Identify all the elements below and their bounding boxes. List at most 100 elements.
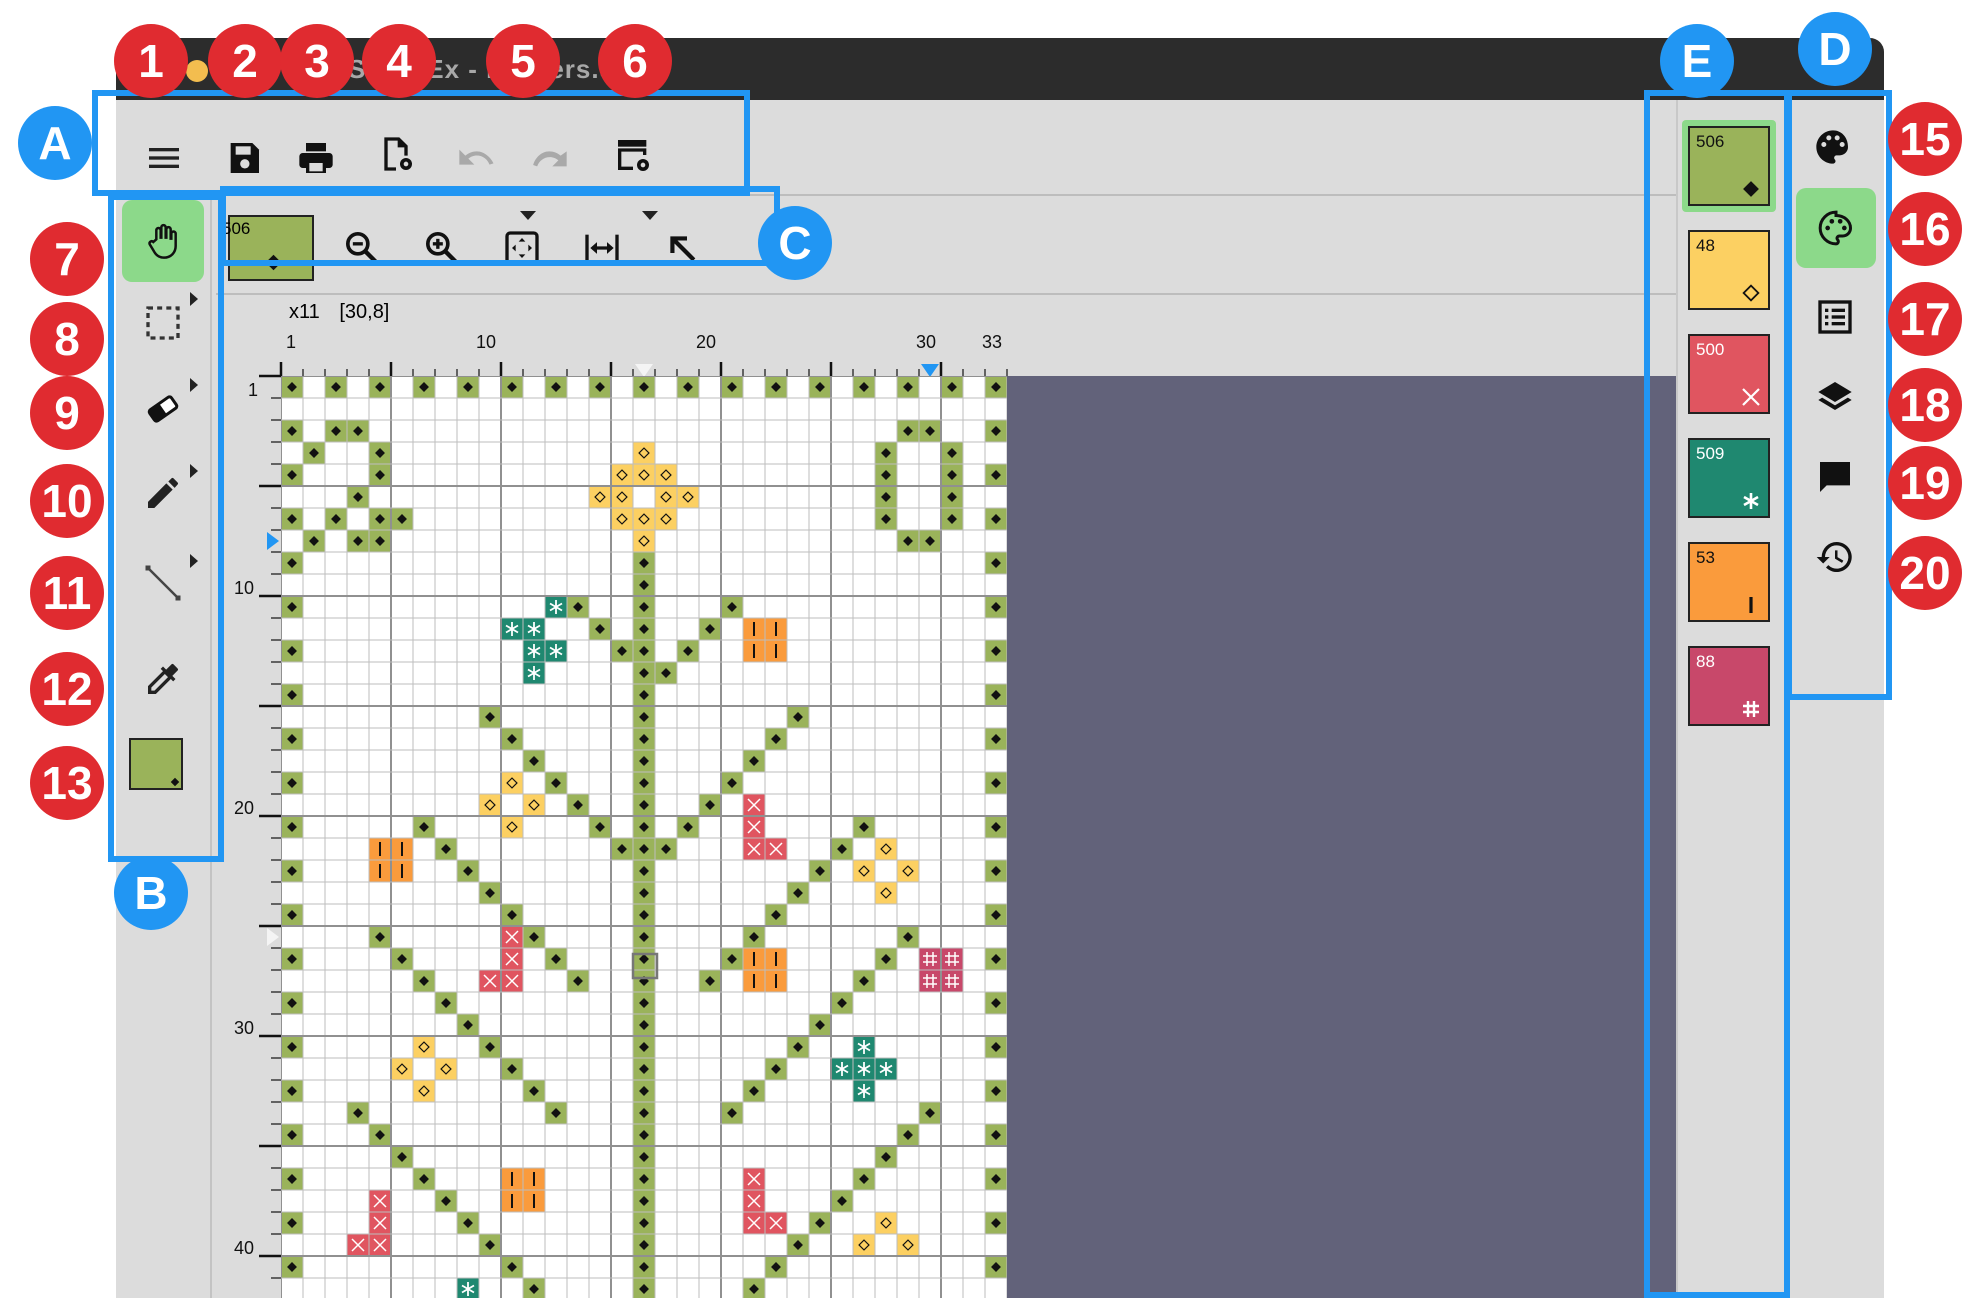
stitch-cell[interactable]	[743, 948, 765, 970]
stitch-cell[interactable]	[281, 552, 303, 574]
stitch-cell[interactable]	[985, 1168, 1007, 1190]
stitch-cell[interactable]	[809, 376, 831, 398]
stitch-cell[interactable]	[897, 860, 919, 882]
stitch-cell[interactable]	[985, 1256, 1007, 1278]
stitch-cell[interactable]	[633, 1080, 655, 1102]
stitch-cell[interactable]	[985, 860, 1007, 882]
stitch-cell[interactable]	[655, 508, 677, 530]
stitch-cell[interactable]	[633, 596, 655, 618]
stitch-cell[interactable]	[479, 794, 501, 816]
stitch-cell[interactable]	[523, 750, 545, 772]
stitch-cell[interactable]	[985, 1036, 1007, 1058]
stitch-cell[interactable]	[611, 640, 633, 662]
stitch-cell[interactable]	[325, 376, 347, 398]
stitch-cell[interactable]	[369, 1190, 391, 1212]
stitch-cell[interactable]	[545, 640, 567, 662]
stitch-cell[interactable]	[633, 838, 655, 860]
stitch-cell[interactable]	[985, 420, 1007, 442]
stitch-cell[interactable]	[501, 926, 523, 948]
stitch-cell[interactable]	[369, 1234, 391, 1256]
stitch-cell[interactable]	[985, 552, 1007, 574]
stitch-cell[interactable]	[281, 464, 303, 486]
stitch-cell[interactable]	[501, 948, 523, 970]
stitch-cell[interactable]	[875, 508, 897, 530]
stitch-cell[interactable]	[347, 486, 369, 508]
stitch-cell[interactable]	[281, 640, 303, 662]
stitch-cell[interactable]	[633, 508, 655, 530]
stitch-cell[interactable]	[281, 420, 303, 442]
pattern-grid[interactable]	[281, 376, 1007, 1298]
stitch-cell[interactable]	[589, 486, 611, 508]
stitch-cell[interactable]	[281, 860, 303, 882]
stitch-cell[interactable]	[303, 442, 325, 464]
stitch-cell[interactable]	[369, 508, 391, 530]
stitch-cell[interactable]	[743, 970, 765, 992]
stitch-cell[interactable]	[303, 530, 325, 552]
stitch-cell[interactable]	[347, 420, 369, 442]
stitch-cell[interactable]	[633, 1168, 655, 1190]
stitch-cell[interactable]	[633, 816, 655, 838]
stitch-cell[interactable]	[919, 530, 941, 552]
stitch-cell[interactable]	[347, 1234, 369, 1256]
stitch-cell[interactable]	[435, 838, 457, 860]
stitch-cell[interactable]	[633, 728, 655, 750]
stitch-cell[interactable]	[567, 970, 589, 992]
stitch-cell[interactable]	[281, 1036, 303, 1058]
stitch-cell[interactable]	[633, 1212, 655, 1234]
stitch-cell[interactable]	[281, 684, 303, 706]
stitch-cell[interactable]	[633, 926, 655, 948]
stitch-cell[interactable]	[787, 1234, 809, 1256]
stitch-cell[interactable]	[281, 1212, 303, 1234]
stitch-cell[interactable]	[633, 376, 655, 398]
stitch-cell[interactable]	[633, 662, 655, 684]
stitch-cell[interactable]	[369, 530, 391, 552]
stitch-cell[interactable]	[501, 904, 523, 926]
stitch-cell[interactable]	[875, 486, 897, 508]
stitch-cell[interactable]	[677, 816, 699, 838]
stitch-cell[interactable]	[765, 1058, 787, 1080]
stitch-cell[interactable]	[479, 970, 501, 992]
stitch-cell[interactable]	[743, 1212, 765, 1234]
stitch-cell[interactable]	[501, 970, 523, 992]
stitch-cell[interactable]	[325, 508, 347, 530]
stitch-cell[interactable]	[633, 1190, 655, 1212]
stitch-cell[interactable]	[633, 640, 655, 662]
stitch-cell[interactable]	[985, 904, 1007, 926]
stitch-cell[interactable]	[369, 464, 391, 486]
stitch-cell[interactable]	[985, 1212, 1007, 1234]
stitch-cell[interactable]	[369, 926, 391, 948]
stitch-cell[interactable]	[853, 1036, 875, 1058]
stitch-cell[interactable]	[699, 794, 721, 816]
stitch-cell[interactable]	[743, 1168, 765, 1190]
stitch-cell[interactable]	[941, 948, 963, 970]
stitch-cell[interactable]	[897, 530, 919, 552]
stitch-cell[interactable]	[479, 1234, 501, 1256]
stitch-cell[interactable]	[633, 530, 655, 552]
stitch-cell[interactable]	[985, 376, 1007, 398]
stitch-cell[interactable]	[677, 486, 699, 508]
stitch-cell[interactable]	[765, 640, 787, 662]
stitch-cell[interactable]	[567, 794, 589, 816]
stitch-cell[interactable]	[633, 860, 655, 882]
stitch-cell[interactable]	[853, 816, 875, 838]
stitch-cell[interactable]	[391, 948, 413, 970]
stitch-cell[interactable]	[633, 970, 655, 992]
stitch-cell[interactable]	[435, 1058, 457, 1080]
stitch-cell[interactable]	[831, 992, 853, 1014]
stitch-cell[interactable]	[413, 376, 435, 398]
stitch-cell[interactable]	[369, 442, 391, 464]
stitch-cell[interactable]	[567, 596, 589, 618]
stitch-cell[interactable]	[743, 1080, 765, 1102]
stitch-cell[interactable]	[347, 530, 369, 552]
stitch-cell[interactable]	[457, 1212, 479, 1234]
stitch-cell[interactable]	[281, 816, 303, 838]
stitch-cell[interactable]	[765, 728, 787, 750]
stitch-cell[interactable]	[501, 728, 523, 750]
stitch-cell[interactable]	[633, 552, 655, 574]
stitch-cell[interactable]	[281, 904, 303, 926]
stitch-cell[interactable]	[501, 1168, 523, 1190]
stitch-cell[interactable]	[721, 948, 743, 970]
stitch-cell[interactable]	[523, 926, 545, 948]
stitch-cell[interactable]	[699, 970, 721, 992]
stitch-cell[interactable]	[501, 1190, 523, 1212]
